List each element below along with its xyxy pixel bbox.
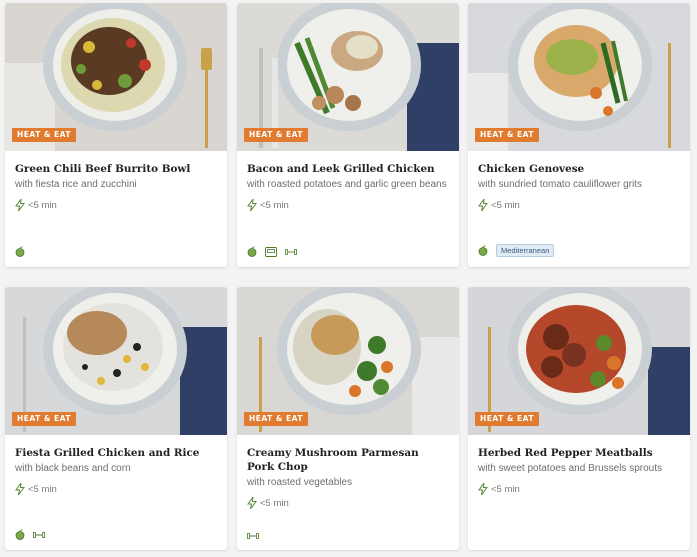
meal-subtitle: with roasted vegetables [247,477,353,488]
meal-subtitle: with fiesta rice and zucchini [15,179,137,190]
meal-subtitle: with sundried tomato cauliflower grits [478,179,642,190]
meal-title[interactable]: Creamy Mushroom Parmesan Pork Chop [247,446,449,474]
apple-icon [478,245,488,256]
dumbbell-icon [33,531,45,538]
meal-photo: HEAT & EAT [468,287,690,435]
prep-time-label: <5 min [28,483,57,495]
lightning-icon [247,199,257,211]
lightning-icon [478,199,488,211]
meal-subtitle: with sweet potatoes and Brussels sprouts [478,463,662,474]
meal-title[interactable]: Herbed Red Pepper Meatballs [478,446,680,460]
heat-and-eat-badge: HEAT & EAT [244,412,308,426]
prep-time: <5 min [478,198,680,212]
diet-tags: Mediterranean [478,244,555,257]
heat-and-eat-badge: HEAT & EAT [244,128,308,142]
meal-title[interactable]: Chicken Genovese [478,162,680,176]
meal-card-chicken-genovese[interactable]: HEAT & EAT Chicken Genovese with sundrie… [468,3,690,267]
meal-title[interactable]: Fiesta Grilled Chicken and Rice [15,446,217,460]
heat-and-eat-badge: HEAT & EAT [475,412,539,426]
heat-and-eat-badge: HEAT & EAT [12,128,76,142]
prep-time: <5 min [478,482,680,496]
diet-tags [247,532,259,540]
meal-photo: HEAT & EAT [468,3,690,151]
diet-tags [15,529,45,540]
prep-time: <5 min [15,198,217,212]
heat-and-eat-badge: HEAT & EAT [12,412,76,426]
meal-photo: HEAT & EAT [5,287,227,435]
prep-time-label: <5 min [260,497,289,509]
diet-tags [247,246,297,257]
apple-icon [15,529,25,540]
lightning-icon [247,497,257,509]
meal-subtitle: with black beans and corn [15,463,131,474]
cuisine-tag: Mediterranean [496,244,555,257]
prep-time-label: <5 min [28,199,57,211]
meal-title[interactable]: Bacon and Leek Grilled Chicken [247,162,449,176]
meal-card-herbed-red-pepper-meatballs[interactable]: HEAT & EAT Herbed Red Pepper Meatballs w… [468,287,690,550]
meal-title[interactable]: Green Chili Beef Burrito Bowl [15,162,217,176]
meal-card-bacon-and-leek-grilled-chicken[interactable]: HEAT & EAT Bacon and Leek Grilled Chicke… [237,3,459,267]
meal-subtitle: with roasted potatoes and garlic green b… [247,179,447,190]
prep-time: <5 min [247,198,449,212]
meal-photo: HEAT & EAT [5,3,227,151]
apple-icon [247,246,257,257]
dumbbell-icon [247,533,259,539]
apple-icon [15,246,25,257]
meal-photo: HEAT & EAT [237,287,459,435]
lightning-icon [478,483,488,495]
meal-photo: HEAT & EAT [237,3,459,151]
diet-tags [15,246,25,257]
heat-and-eat-badge: HEAT & EAT [475,128,539,142]
scale-icon [265,246,277,257]
prep-time-label: <5 min [491,483,520,495]
prep-time: <5 min [15,482,217,496]
meal-card-creamy-mushroom-parmesan-pork-chop[interactable]: HEAT & EAT Creamy Mushroom Parmesan Pork… [237,287,459,550]
prep-time-label: <5 min [491,199,520,211]
prep-time: <5 min [247,496,449,510]
meal-card-green-chili-beef-burrito-bowl[interactable]: HEAT & EAT Green Chili Beef Burrito Bowl… [5,3,227,267]
prep-time-label: <5 min [260,199,289,211]
lightning-icon [15,483,25,495]
dumbbell-icon [285,248,297,255]
lightning-icon [15,199,25,211]
meal-card-fiesta-grilled-chicken-and-rice[interactable]: HEAT & EAT Fiesta Grilled Chicken and Ri… [5,287,227,550]
